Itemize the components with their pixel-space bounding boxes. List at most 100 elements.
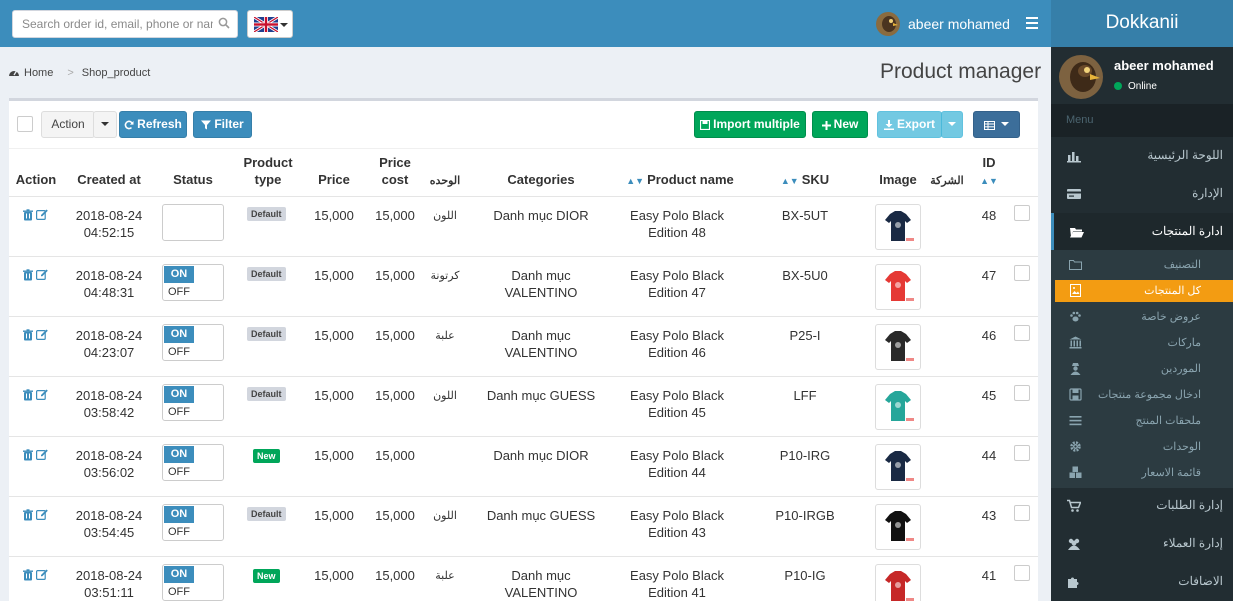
- sidebar-item-admin[interactable]: الإدارة: [1051, 175, 1233, 213]
- sort-icon: ▲▼: [780, 176, 799, 186]
- row-checkbox[interactable]: [1014, 325, 1030, 341]
- table-row: 2018-08-24 04:23:07 ON OFF Default 15,000 …: [9, 316, 1038, 376]
- edit-icon[interactable]: [36, 508, 48, 520]
- submenu-item-brands[interactable]: ماركات: [1055, 332, 1233, 354]
- tshirt-icon: [885, 511, 914, 541]
- table-row: 2018-08-24 03:58:42 ON OFF Default 15,000 …: [9, 376, 1038, 436]
- chevron-down-icon: [948, 122, 956, 126]
- submenu-item-attributes[interactable]: ملحقات المنتج: [1055, 410, 1233, 432]
- product-thumbnail[interactable]: [875, 444, 921, 490]
- sidebar-item-products[interactable]: ادارة المنتجات: [1051, 213, 1233, 251]
- status-toggle[interactable]: [162, 204, 224, 241]
- unit: اللون: [433, 390, 457, 402]
- col-header-image: Image: [879, 172, 917, 187]
- sidebar-item-extensions[interactable]: الاضافات: [1051, 563, 1233, 601]
- product-name: Easy Polo Black Edition 45: [630, 388, 724, 420]
- table-row: 2018-08-24 03:51:11 ON OFF New 15,000 15,0…: [9, 556, 1038, 601]
- created-at: 2018-08-24 03:56:02: [75, 448, 143, 480]
- trash-icon[interactable]: [22, 569, 34, 581]
- sidebar-item-orders[interactable]: إدارة الطلبات: [1051, 487, 1233, 525]
- status-toggle[interactable]: ON OFF: [162, 264, 224, 301]
- product-thumbnail[interactable]: [875, 564, 921, 601]
- row-checkbox[interactable]: [1014, 265, 1030, 281]
- sidebar-item-customers[interactable]: إدارة العملاء: [1051, 525, 1233, 563]
- submenu-item-units[interactable]: الوحدات: [1055, 436, 1233, 458]
- edit-icon[interactable]: [36, 328, 48, 340]
- price: 15,000: [314, 508, 354, 523]
- chevron-down-icon: [280, 23, 288, 27]
- status-toggle[interactable]: ON OFF: [162, 504, 224, 541]
- row-id: 47: [981, 268, 997, 283]
- save-icon: [1069, 388, 1082, 401]
- price-cost: 15,000: [375, 328, 415, 343]
- row-checkbox[interactable]: [1014, 385, 1030, 401]
- search-input[interactable]: [13, 11, 213, 37]
- product-thumbnail[interactable]: [875, 264, 921, 310]
- export-button[interactable]: Export: [877, 111, 942, 138]
- status-toggle[interactable]: ON OFF: [162, 564, 224, 601]
- product-thumbnail[interactable]: [875, 504, 921, 550]
- trash-icon[interactable]: [22, 449, 34, 461]
- row-checkbox[interactable]: [1014, 445, 1030, 461]
- edit-icon[interactable]: [36, 568, 48, 580]
- status-toggle[interactable]: ON OFF: [162, 324, 224, 361]
- trash-icon[interactable]: [22, 209, 34, 221]
- sidebar-item-dashboard[interactable]: اللوحة الرئيسية: [1051, 137, 1233, 175]
- status-toggle[interactable]: ON OFF: [162, 384, 224, 421]
- submenu-item-bulk-import[interactable]: ادخال مجموعة منتجات: [1055, 384, 1233, 406]
- edit-icon[interactable]: [36, 388, 48, 400]
- product-thumbnail[interactable]: [875, 384, 921, 430]
- edit-icon[interactable]: [36, 208, 48, 220]
- trash-icon[interactable]: [22, 329, 34, 341]
- search-icon[interactable]: [218, 17, 230, 29]
- edit-icon[interactable]: [36, 268, 48, 280]
- breadcrumb-home[interactable]: Home: [24, 67, 53, 79]
- price-cost: 15,000: [375, 208, 415, 223]
- trash-icon[interactable]: [22, 509, 34, 521]
- submenu-item-all-products[interactable]: كل المنتجات: [1055, 280, 1233, 302]
- select-all-checkbox[interactable]: [17, 116, 33, 132]
- submenu-item-special-offers[interactable]: عروض خاصة: [1055, 306, 1233, 328]
- breadcrumb: Home > Shop_product: [8, 67, 156, 79]
- row-checkbox[interactable]: [1014, 565, 1030, 581]
- action-dropdown-toggle[interactable]: [93, 111, 117, 138]
- new-button[interactable]: New: [812, 111, 868, 138]
- unit: كرتونة: [430, 270, 460, 282]
- paw-icon: [1070, 311, 1081, 322]
- col-header-id[interactable]: ID ▲▼: [975, 154, 1003, 190]
- submenu-item-price-list[interactable]: قائمة الاسعار: [1055, 462, 1233, 484]
- menu-header: Menu: [1051, 104, 1233, 137]
- col-header-price: Price: [318, 172, 350, 187]
- cubes-icon: [1069, 466, 1082, 478]
- col-header-product-name[interactable]: ▲▼ Product name: [615, 171, 745, 190]
- unit: اللون: [433, 510, 457, 522]
- row-id: 41: [981, 568, 997, 583]
- action-button[interactable]: Action: [41, 111, 95, 138]
- unit: علبة: [435, 330, 455, 342]
- product-thumbnail[interactable]: [875, 324, 921, 370]
- col-header-sku[interactable]: ▲▼ SKU: [765, 171, 845, 190]
- menu-toggle-icon[interactable]: [1026, 17, 1038, 29]
- trash-icon[interactable]: [22, 269, 34, 281]
- edit-icon[interactable]: [36, 448, 48, 460]
- filter-button[interactable]: Filter: [193, 111, 252, 138]
- brand-logo[interactable]: Dokkanii: [1051, 0, 1233, 47]
- status-toggle[interactable]: ON OFF: [162, 444, 224, 481]
- table-row: 2018-08-24 03:54:45 ON OFF Default 15,000 …: [9, 496, 1038, 556]
- row-checkbox[interactable]: [1014, 205, 1030, 221]
- product-thumbnail[interactable]: [875, 204, 921, 250]
- submenu-item-suppliers[interactable]: الموردين: [1055, 358, 1233, 380]
- import-multiple-button[interactable]: Import multiple: [694, 111, 806, 138]
- language-dropdown[interactable]: [247, 10, 293, 38]
- price-cost: 15,000: [375, 508, 415, 523]
- product-name: Easy Polo Black Edition 48: [630, 208, 724, 240]
- row-checkbox[interactable]: [1014, 505, 1030, 521]
- export-dropdown-toggle[interactable]: [941, 111, 963, 138]
- refresh-button[interactable]: Refresh: [119, 111, 187, 138]
- category: Danh mục VALENTINO: [504, 568, 578, 600]
- trash-icon[interactable]: [22, 389, 34, 401]
- submenu-item-categories[interactable]: التصنيف: [1055, 254, 1233, 276]
- tshirt-icon: [885, 571, 914, 601]
- columns-dropdown-button[interactable]: [973, 111, 1020, 138]
- sort-icon: ▲▼: [980, 176, 998, 186]
